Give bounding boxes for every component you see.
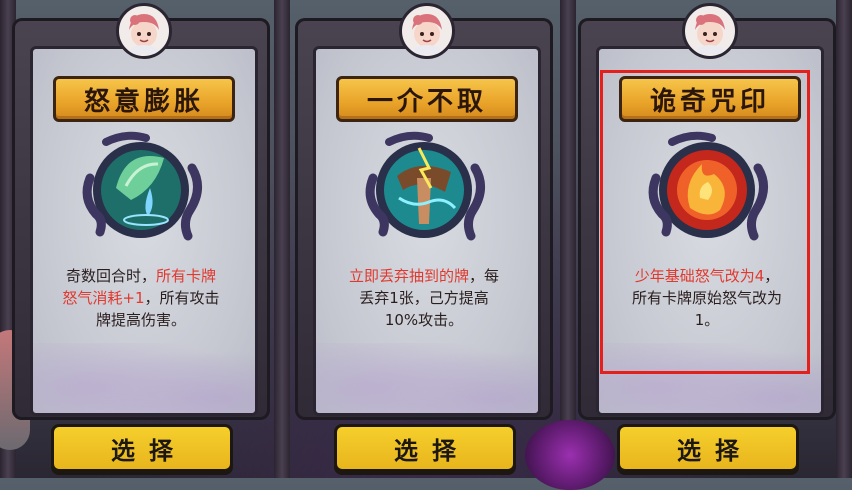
card-title-plate: 诡奇咒印 xyxy=(619,76,801,122)
background-pillar xyxy=(836,0,852,478)
card-title-plate: 怒意膨胀 xyxy=(53,76,235,122)
skill-card-1[interactable]: 怒意膨胀 奇数回合时，所有卡牌 怒气消耗+1，所有攻击牌提高伤害。 选择 xyxy=(12,0,270,478)
avatar xyxy=(399,3,455,59)
background-pillar xyxy=(274,0,290,478)
desc-part: ，所有攻击 xyxy=(144,289,220,307)
leaf-water-icon xyxy=(76,128,206,248)
desc-part: 1。 xyxy=(694,311,720,329)
desc-highlight: 所有卡牌 xyxy=(156,267,217,285)
choose-button[interactable]: 选择 xyxy=(51,424,233,472)
desc-part: 丢弃1张，己方提高 xyxy=(359,289,489,307)
choose-button-label: 选择 xyxy=(111,436,187,465)
card-title: 一介不取 xyxy=(366,86,487,117)
choose-button[interactable]: 选择 xyxy=(617,424,799,472)
card-description: 立即丢弃抽到的牌，每丢弃1张，己方提高 10%攻击。 xyxy=(329,265,519,331)
desc-part: 牌提高伤害。 xyxy=(95,311,186,329)
skill-card-2[interactable]: 一介不取 立即丢弃抽到的牌，每丢弃1张，己方提高 10%攻击。 选择 xyxy=(295,0,553,478)
card-title-plate: 一介不取 xyxy=(336,76,518,122)
card-description: 奇数回合时，所有卡牌 怒气消耗+1，所有攻击牌提高伤害。 xyxy=(46,265,236,331)
card-title: 诡奇咒印 xyxy=(649,86,770,117)
desc-part: 所有卡牌原始怒气改为 xyxy=(631,289,782,307)
fire-orb-icon xyxy=(642,128,772,248)
card-description: 少年基础怒气改为4， 所有卡牌原始怒气改为 1。 xyxy=(612,265,802,331)
desc-highlight: 怒气消耗+1 xyxy=(62,289,145,307)
desc-highlight: 少年基础怒气改为4 xyxy=(634,267,765,285)
desc-part: ， xyxy=(764,267,780,285)
avatar xyxy=(116,3,172,59)
background-pillar xyxy=(560,0,576,478)
desc-highlight: 立即丢弃抽到的牌 xyxy=(348,267,469,285)
lightning-hand-icon xyxy=(359,128,489,248)
desc-part: 10%攻击。 xyxy=(384,311,464,329)
choose-button-label: 选择 xyxy=(677,436,753,465)
skill-card-3[interactable]: 诡奇咒印 少年基础怒气改为4， 所有卡牌原始怒气改为 1。 选择 xyxy=(578,0,836,478)
desc-part: ，每 xyxy=(469,267,500,285)
choose-button-label: 选择 xyxy=(394,436,470,465)
avatar xyxy=(682,3,738,59)
choose-button[interactable]: 选择 xyxy=(334,424,516,472)
desc-part: 奇数回合时， xyxy=(65,267,156,285)
card-title: 怒意膨胀 xyxy=(83,86,204,117)
